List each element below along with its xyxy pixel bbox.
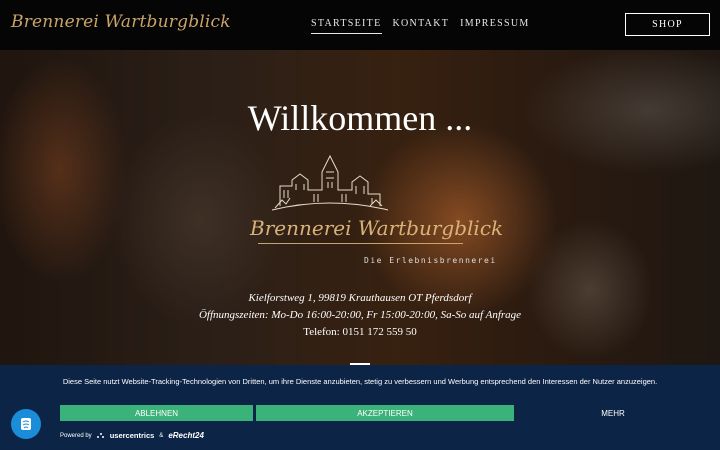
nav-item-impressum[interactable]: IMPRESSUM (460, 18, 530, 34)
consent-message: Diese Seite nutzt Website-Tracking-Techn… (62, 377, 658, 386)
privacy-settings-button[interactable] (11, 409, 41, 439)
cookie-consent-banner: Diese Seite nutzt Website-Tracking-Techn… (0, 365, 720, 450)
fingerprint-icon (21, 418, 31, 430)
powered-by-label: Powered by (60, 432, 92, 439)
hero-subtitle: Die Erlebnisbrennerei (364, 256, 497, 265)
usercentrics-icon (96, 432, 105, 439)
erecht24-logo[interactable]: eRecht24 (168, 431, 204, 440)
address-text: Kielforstweg 1, 99819 Krauthausen OT Pfe… (248, 292, 472, 304)
opening-hours-text: Öffnungszeiten: Mo-Do 16:00-20:00, Fr 15… (198, 309, 522, 321)
nav-item-kontakt[interactable]: KONTAKT (393, 18, 450, 34)
nav-item-startseite[interactable]: STARTSEITE (311, 18, 382, 34)
more-button[interactable]: MEHR (518, 405, 708, 421)
deny-button[interactable]: ABLEHNEN (60, 405, 253, 421)
castle-icon (271, 154, 389, 211)
hero-brand-logo: Brennerei Wartburgblick (250, 216, 504, 240)
shop-button[interactable]: SHOP (625, 13, 710, 36)
powered-by: Powered by usercentrics & eRecht24 (60, 431, 204, 440)
hero-banner: Willkommen ... Brennerei Wartburgblick D… (0, 50, 720, 365)
phone-text[interactable]: Telefon: 0151 172 559 50 (0, 326, 720, 338)
hero-title: Willkommen ... (247, 98, 473, 138)
brand-divider (258, 243, 463, 244)
site-header: Brennerei Wartburgblick STARTSEITE KONTA… (0, 0, 720, 50)
accept-button[interactable]: AKZEPTIEREN (256, 405, 514, 421)
main-nav: STARTSEITE KONTAKT IMPRESSUM (311, 18, 530, 34)
site-logo[interactable]: Brennerei Wartburgblick (11, 12, 231, 32)
ampersand: & (159, 432, 164, 439)
usercentrics-logo[interactable]: usercentrics (110, 431, 155, 440)
